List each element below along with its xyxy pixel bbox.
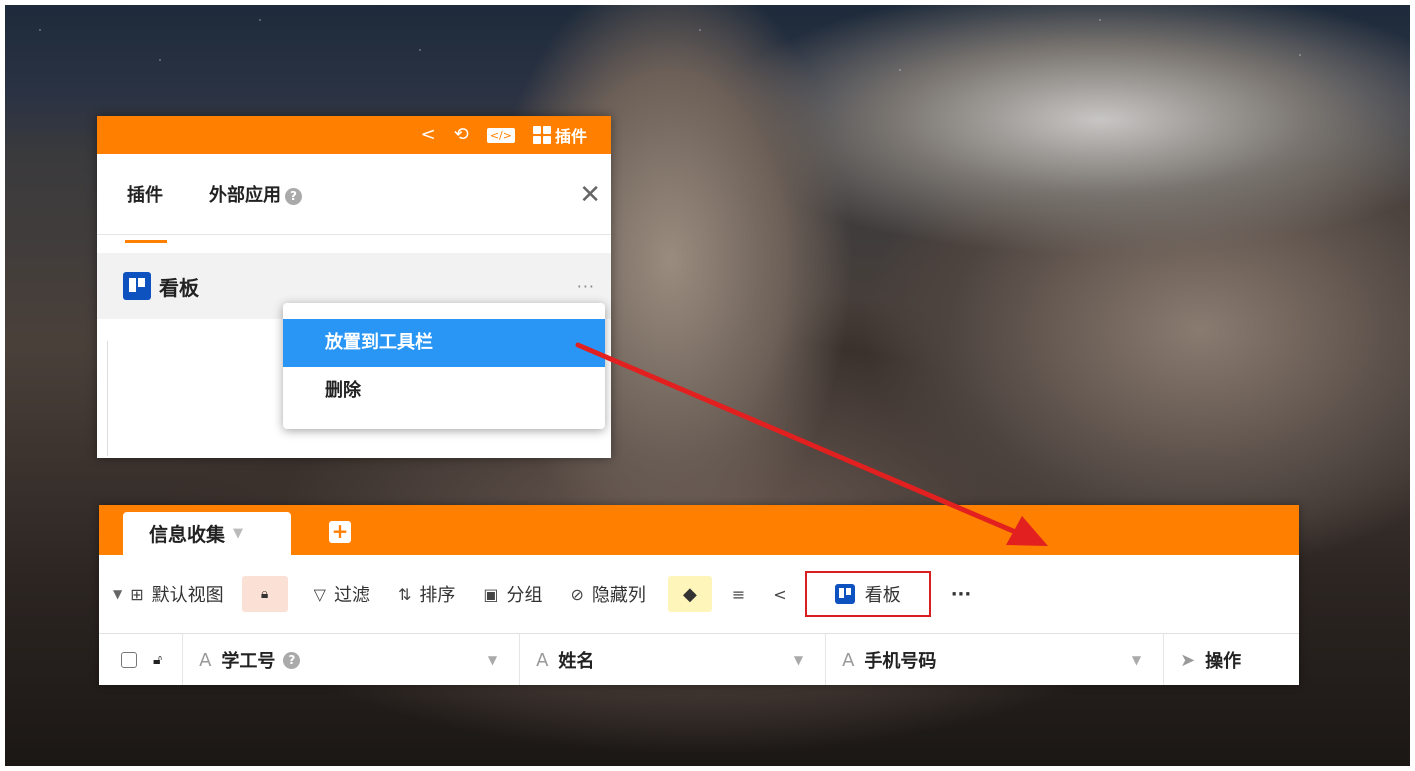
annotation-arrow	[575, 342, 1048, 546]
